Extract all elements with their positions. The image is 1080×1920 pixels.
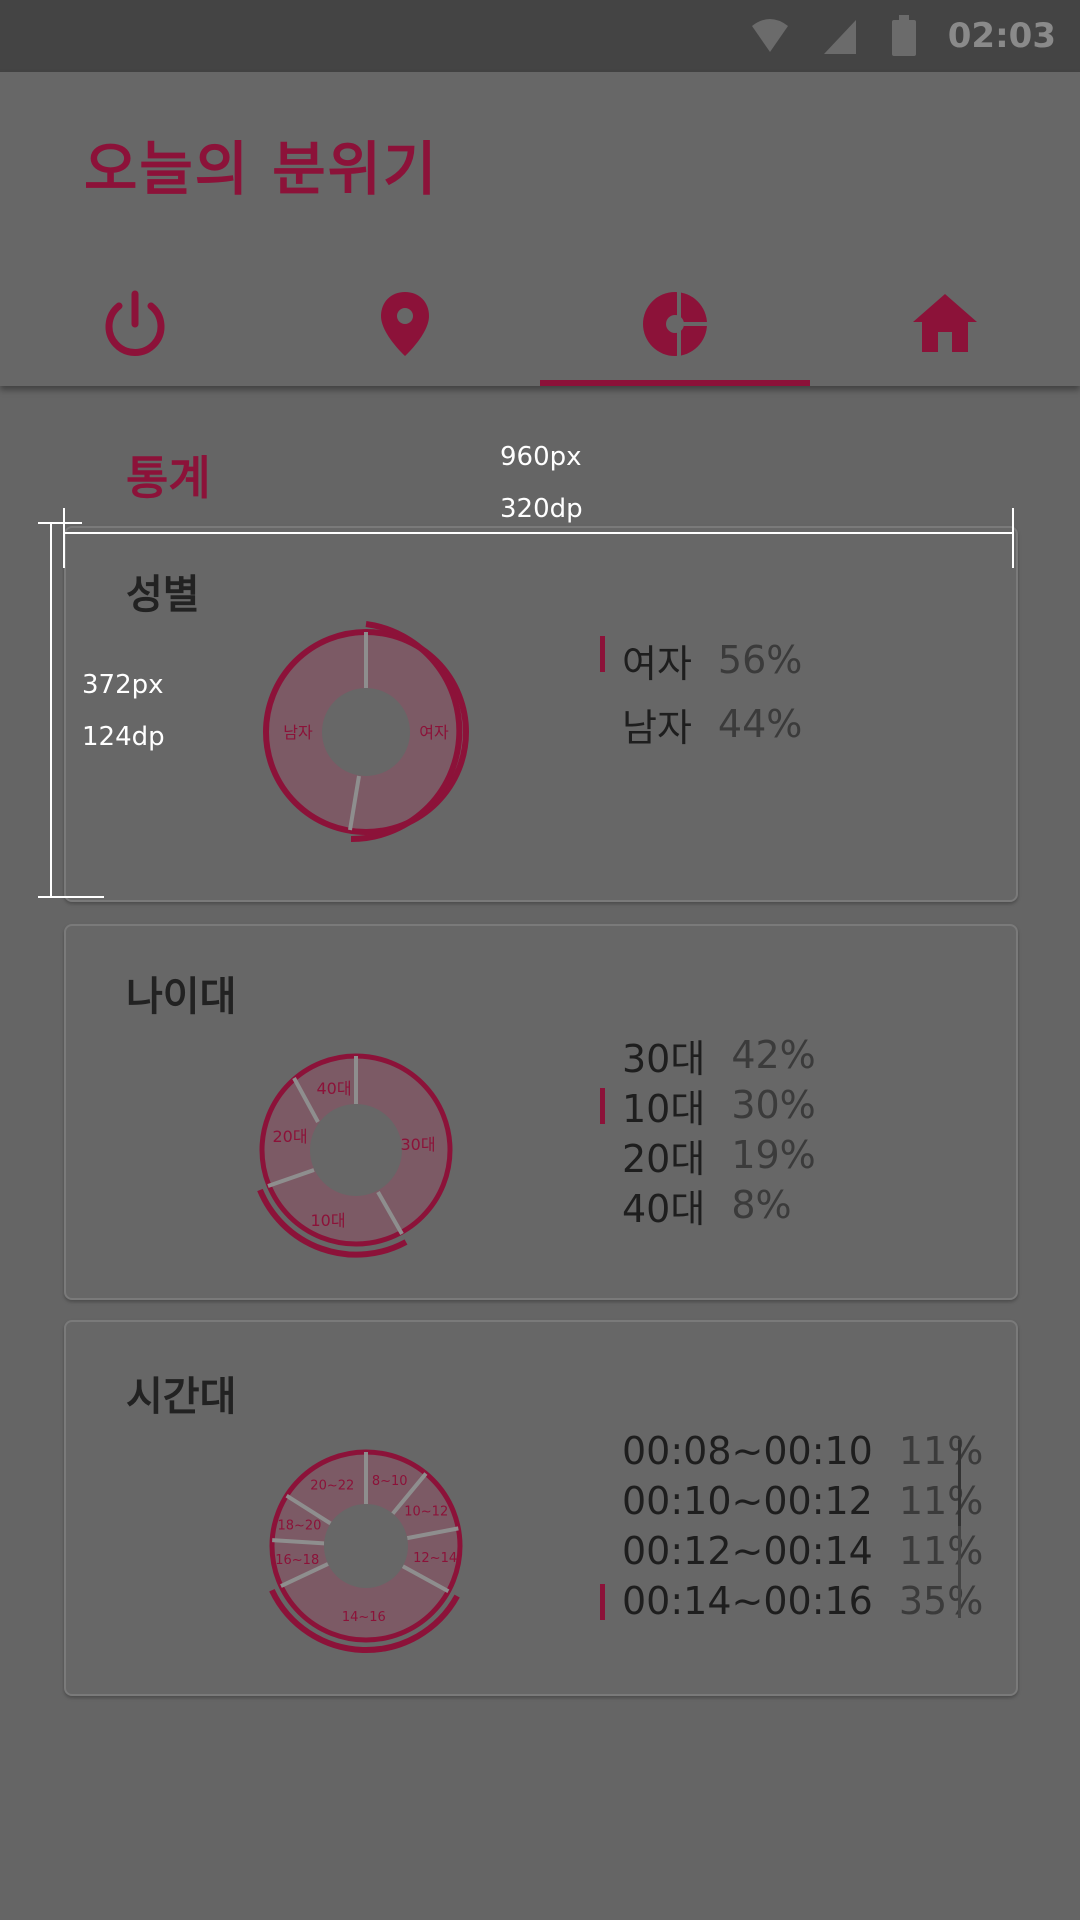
slice-label-female: 여자 [419,723,449,742]
legend-item[interactable]: 여자 56% [600,628,803,692]
time-legend: 00:08~00:10 11% 00:10~00:12 11% 00:12~00… [600,1426,984,1626]
location-pin-icon [381,292,429,356]
age-card: 나이대 30대 10대 20대 40대 30대 42% 10대 30% 20대 … [64,924,1018,1300]
donut-hole [322,688,410,776]
legend-percent: 8% [731,1183,792,1227]
card-title: 시간대 [126,1374,237,1420]
legend-item[interactable]: 20대 19% [622,1130,816,1181]
legend-percent: 11% [898,1529,984,1573]
status-time: 02:03 [947,16,1056,56]
legend-label: 40대 [622,1186,706,1231]
legend-percent: 56% [717,638,803,682]
legend-label: 20대 [622,1136,706,1181]
wifi-icon [751,19,788,52]
legend-label: 30대 [622,1036,706,1081]
legend-percent: 11% [898,1429,984,1473]
slice-label-20s: 20대 [272,1127,307,1146]
age-donut-chart: 30대 10대 20대 40대 [257,1053,453,1258]
selected-marker [600,636,605,672]
tab-bar [0,262,1080,386]
width-measure-line [64,532,1014,534]
app-title: 오늘의 분위기 [84,135,439,203]
slice-label: 14~16 [342,1610,386,1625]
width-px-annotation: 960px [500,442,582,472]
height-dp-annotation: 124dp [82,722,165,752]
battery-icon [891,15,916,56]
legend-item[interactable]: 00:14~00:16 35% [600,1576,984,1626]
slice-label: 20~22 [310,1479,354,1494]
status-bar: 02:03 [0,0,1080,72]
legend-percent: 30% [731,1083,816,1127]
width-measure-tick-left [63,508,65,568]
selected-marker [600,1088,605,1124]
tab-home[interactable] [810,262,1080,386]
time-donut-chart: 8~10 10~12 12~14 14~16 16~18 18~20 20~22 [269,1449,463,1653]
section-title: 통계 [126,451,211,505]
legend-item[interactable]: 남자 44% [622,692,802,756]
gender-legend: 여자 56% 남자 44% [600,628,803,756]
legend-item[interactable]: 40대 8% [622,1180,816,1231]
slice-label: 8~10 [372,1474,408,1489]
gender-card: 성별 여자 남자 여자 56% 남자 44% [64,526,1018,902]
signal-icon [823,20,856,54]
pie-chart-icon [643,292,709,356]
legend-label: 여자 [622,641,692,686]
tab-location[interactable] [270,262,540,386]
legend-percent: 19% [731,1133,816,1177]
slice-label-30s: 30대 [400,1135,435,1154]
power-icon [105,290,165,356]
legend-percent: 44% [717,702,803,746]
tab-statistics[interactable] [540,262,810,386]
card-title: 성별 [126,572,200,618]
legend-item[interactable]: 00:10~00:12 11% [622,1476,983,1526]
slice-label: 18~20 [277,1518,321,1533]
legend-label: 남자 [622,705,692,750]
legend-item[interactable]: 30대 42% [622,1030,816,1081]
slice-label-40s: 40대 [316,1079,351,1098]
slice-label-10s: 10대 [310,1211,345,1230]
slice-label: 10~12 [404,1504,448,1519]
donut-hole [310,1104,402,1196]
legend-label: 00:12~00:14 [622,1529,873,1573]
slice-label: 16~18 [275,1553,319,1568]
legend-percent: 35% [898,1579,984,1623]
legend-item[interactable]: 00:12~00:14 11% [622,1526,983,1576]
crosshair-h [38,522,82,524]
width-measure-tick-right [1012,508,1014,568]
gender-donut-chart: 여자 남자 [263,621,469,843]
tab-power[interactable] [0,262,270,386]
width-dp-annotation: 320dp [500,494,583,524]
donut-hole [324,1504,408,1588]
app-bar: 오늘의 분위기 [0,72,1080,386]
time-card: 시간대 8~10 10~12 12~14 14~16 16~18 18~20 20~22 0… [64,1320,1018,1696]
card-title: 나이대 [126,974,237,1020]
height-measure-line [50,522,52,898]
home-icon [913,294,977,352]
legend-percent: 42% [731,1033,816,1077]
age-legend: 30대 42% 10대 30% 20대 19% 40대 8% [600,1030,816,1231]
slice-label: 12~14 [413,1551,457,1566]
legend-label: 10대 [622,1086,706,1131]
legend-label: 00:08~00:10 [622,1429,873,1473]
legend-item[interactable]: 00:08~00:10 11% [622,1426,983,1476]
legend-label: 00:14~00:16 [622,1579,873,1623]
selected-marker [600,1584,605,1620]
scrollbar-thumb[interactable] [958,1440,961,1526]
legend-percent: 11% [898,1479,984,1523]
legend-item[interactable]: 10대 30% [600,1080,816,1131]
slice-label-male: 남자 [283,723,313,742]
legend-label: 00:10~00:12 [622,1479,873,1523]
height-px-annotation: 372px [82,670,164,700]
legend-scrollbar[interactable] [958,1440,961,1618]
height-measure-tick-bottom [38,896,104,898]
